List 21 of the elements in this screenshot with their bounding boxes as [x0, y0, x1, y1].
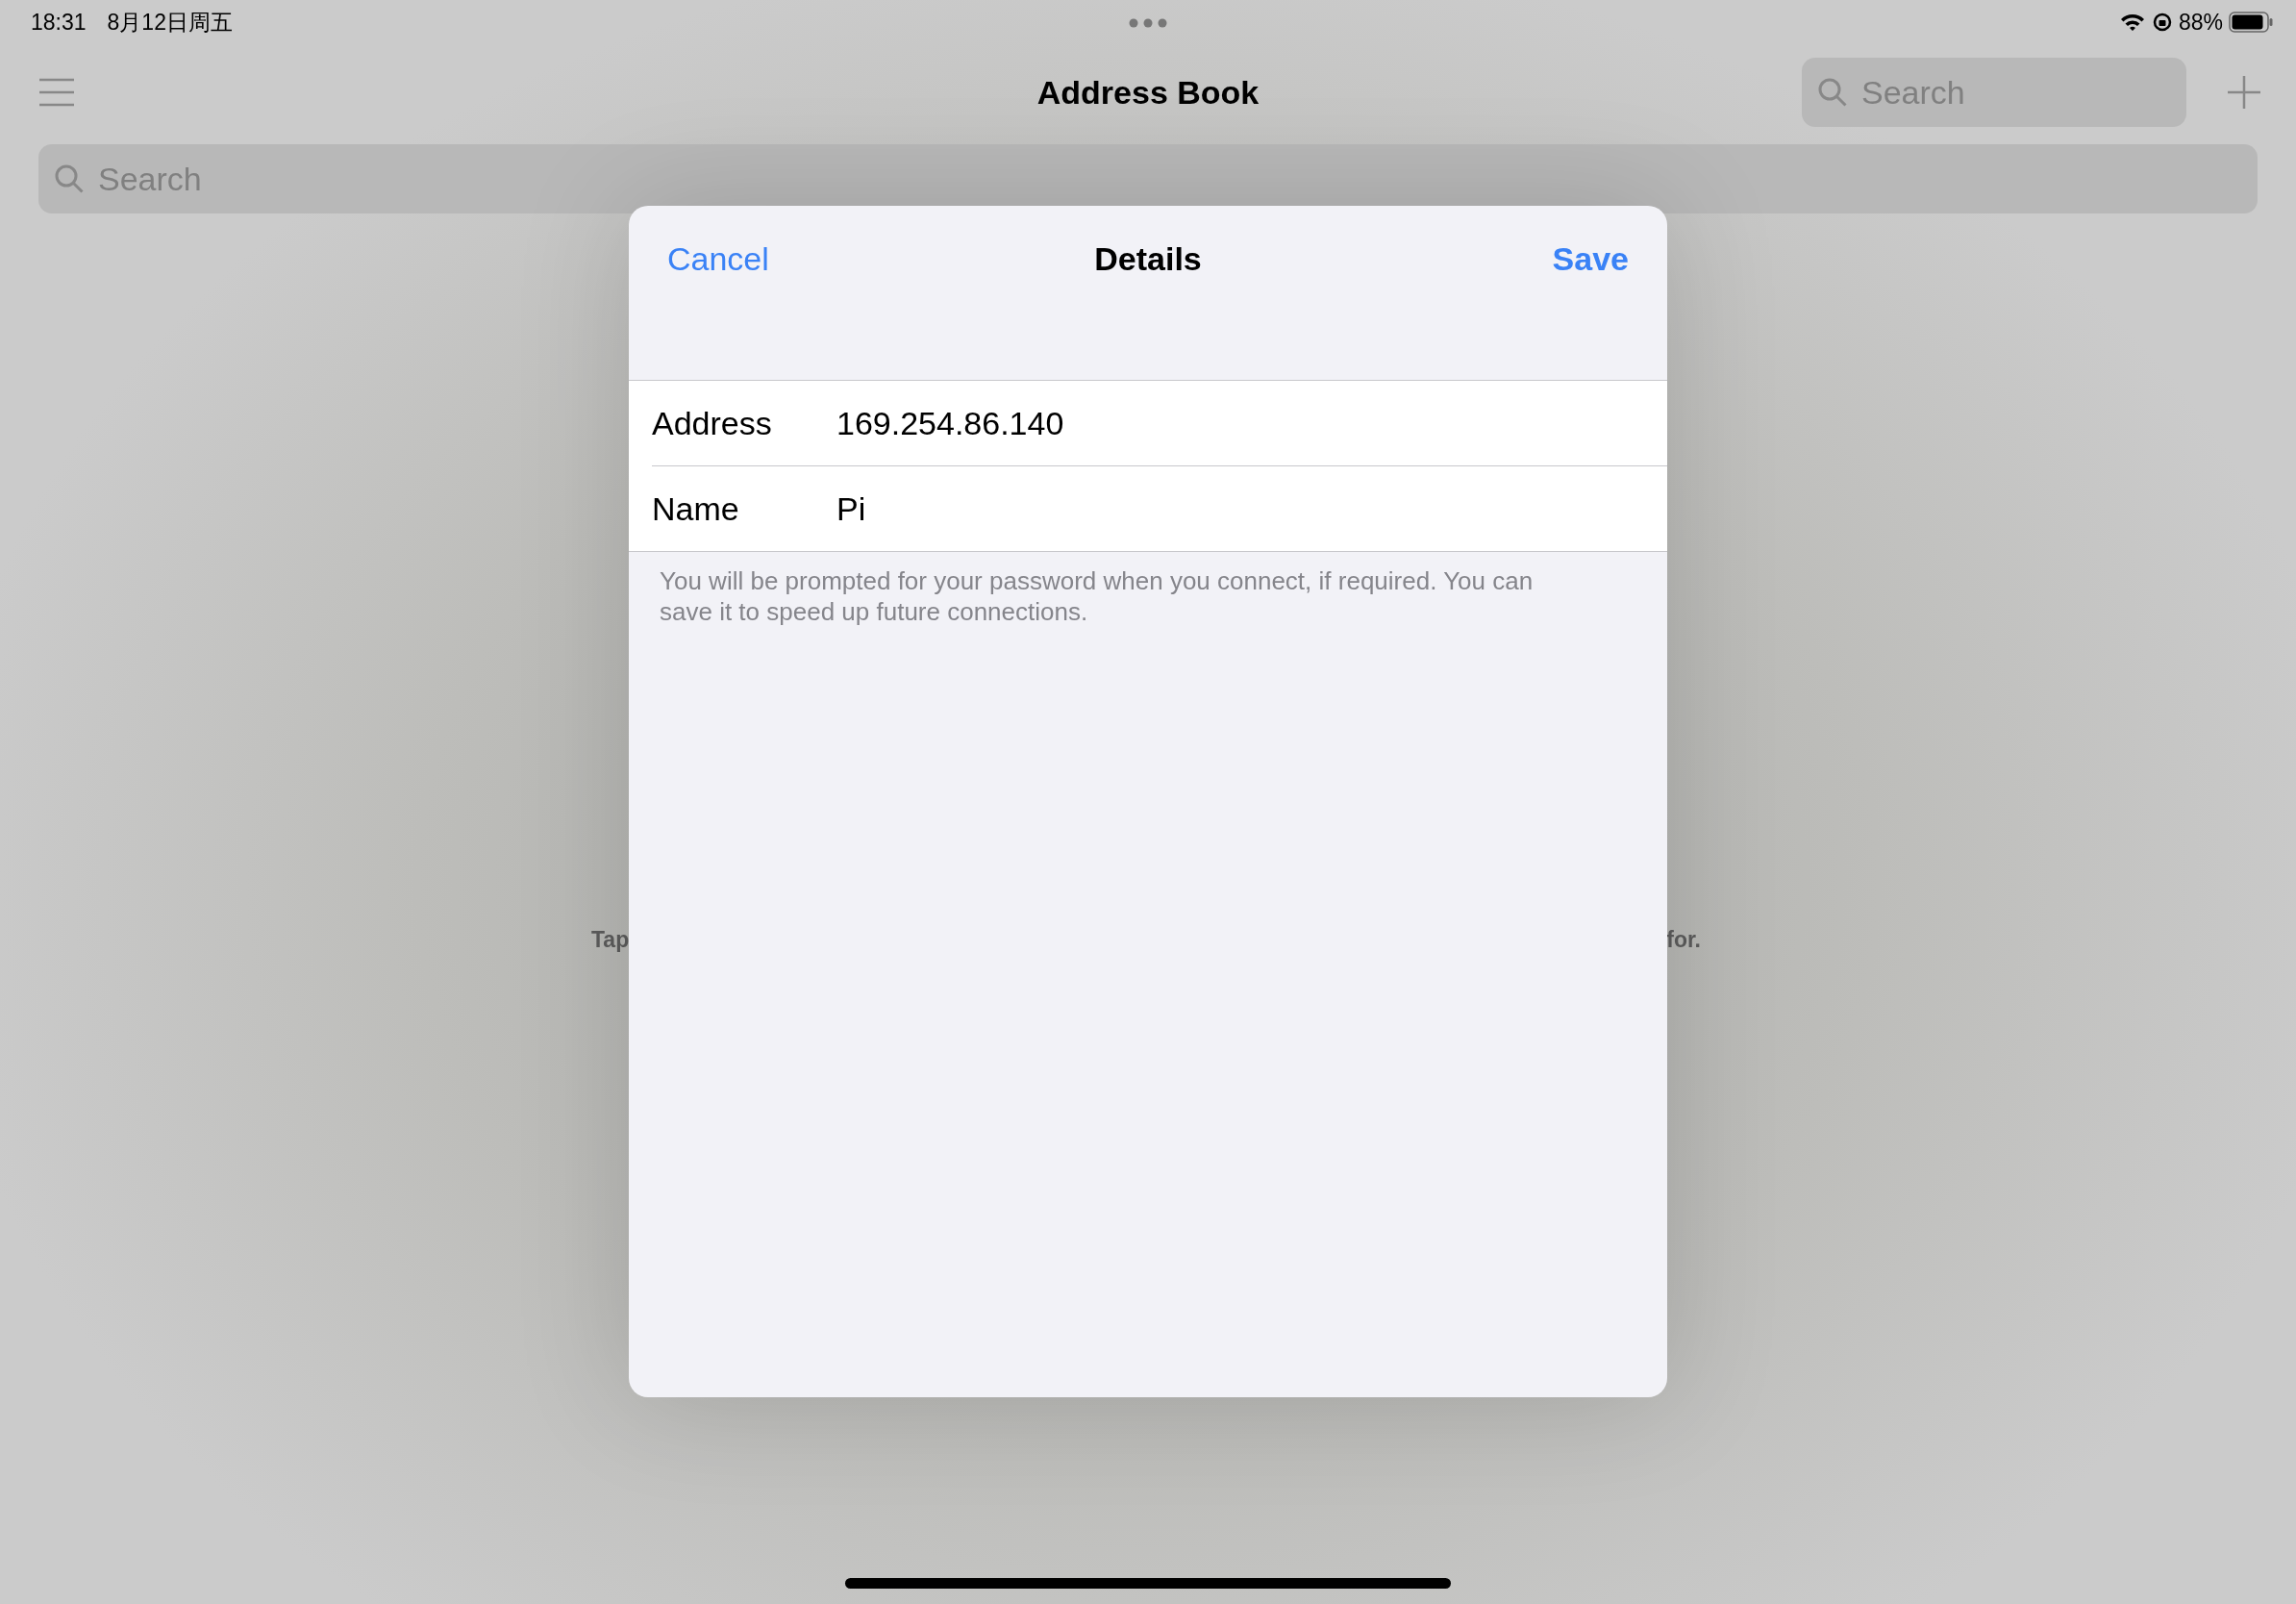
- more-dots-icon[interactable]: [1129, 18, 1167, 28]
- search-icon: [54, 163, 85, 194]
- hint-text: Tap: [591, 927, 630, 953]
- rotation-lock-icon: [2151, 12, 2173, 33]
- page-title: Address Book: [1036, 73, 1260, 112]
- status-date: 8月12日周五: [107, 8, 233, 37]
- battery-percent: 88%: [2178, 9, 2223, 36]
- dialog-title: Details: [1094, 240, 1202, 278]
- input-field[interactable]: 169.254.86.140: [836, 404, 1667, 442]
- search-icon: [1817, 77, 1848, 108]
- battery-icon: [2229, 12, 2273, 33]
- footnote-text: You will be prompted for your password when you connect, if required. You can save it to speed up future connections.: [660, 565, 1535, 627]
- field-label: Name: [652, 489, 740, 528]
- input-field[interactable]: Pi: [836, 489, 1667, 528]
- search-field[interactable]: Search: [1802, 58, 2186, 127]
- hint-text: for.: [1666, 927, 1701, 953]
- search-field[interactable]: Search: [38, 144, 2258, 213]
- menu-icon[interactable]: [38, 78, 75, 107]
- add-icon[interactable]: [2227, 75, 2261, 110]
- field-label: Address: [652, 404, 773, 442]
- status-time: 18:31: [31, 9, 87, 36]
